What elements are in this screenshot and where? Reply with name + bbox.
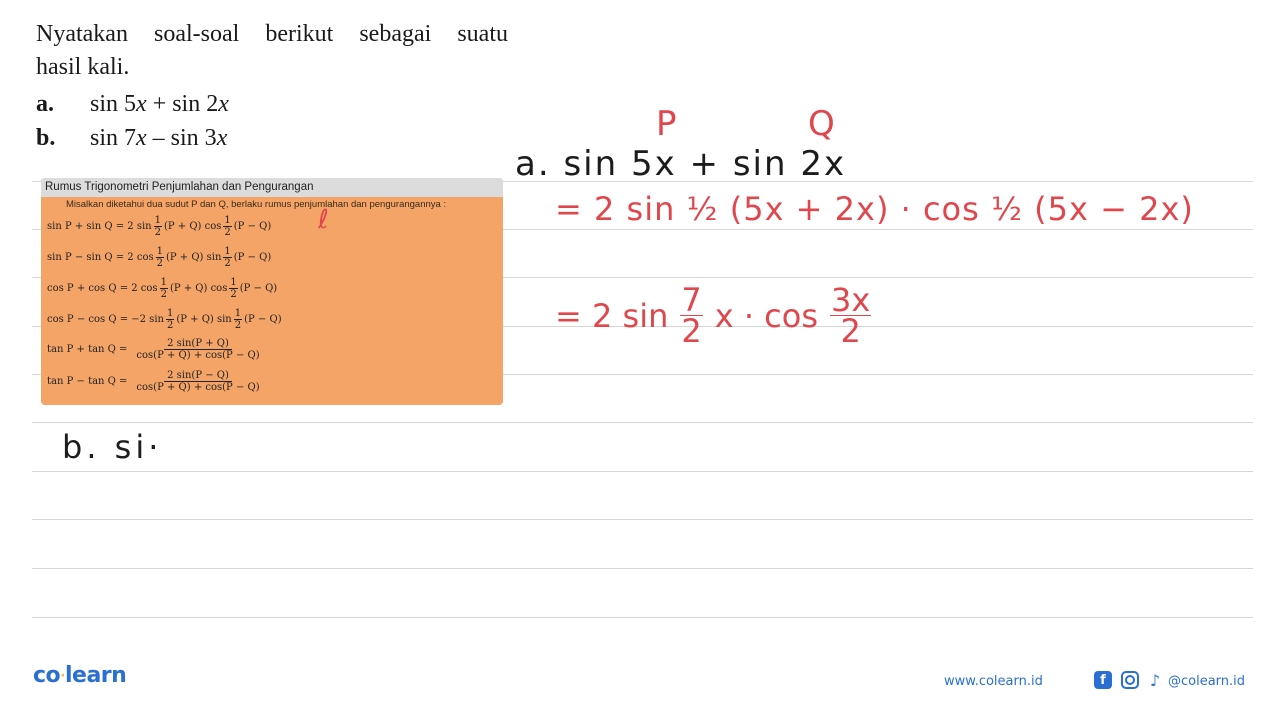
fraction: 12 xyxy=(153,215,162,238)
handwritten-step-2: = 2 sin 72 x · cos 3x 2 xyxy=(555,284,873,350)
formula-part: (P + Q) sin xyxy=(165,252,222,263)
option-var: x xyxy=(218,91,229,117)
formula-card-title: Rumus Trigonometri Penjumlahan dan Pengu… xyxy=(41,178,503,197)
logo-text: learn xyxy=(64,663,127,688)
formula-lhs: cos P − cos Q = −2 sin xyxy=(47,314,164,325)
fraction: 12 xyxy=(233,308,243,331)
frac-den: 2 xyxy=(156,258,163,269)
frac-num: 1 xyxy=(155,246,164,258)
formula-intro: Misalkan diketahui dua sudut P dan Q, be… xyxy=(66,199,447,210)
fraction: 12 xyxy=(223,215,232,238)
social-handle[interactable]: @colearn.id xyxy=(1168,674,1245,689)
formula-row: sin P − sin Q = 2 cos 12 (P + Q) sin 12 … xyxy=(47,246,271,269)
option-expr: – sin 3 xyxy=(146,125,217,151)
step2-fraction-2: 3x 2 xyxy=(830,284,872,350)
formula-lhs: cos P + cos Q = 2 cos xyxy=(47,283,158,294)
option-expr: sin 5 xyxy=(90,91,137,117)
frac-den: 2 xyxy=(234,320,242,331)
handwritten-label-q: Q xyxy=(808,104,835,144)
formula-lhs: tan P + tan Q = xyxy=(47,344,128,355)
option-var: x xyxy=(216,125,228,151)
handwritten-line-b: b. si· xyxy=(62,428,163,466)
formula-lhs: sin P − sin Q = 2 cos xyxy=(47,252,154,263)
frac-den: 2 xyxy=(160,289,167,300)
frac-num: 1 xyxy=(159,277,168,289)
frac-den: 2 xyxy=(224,227,231,238)
frac-num: 2 sin(P + Q) xyxy=(164,338,232,350)
ruled-line xyxy=(32,471,1253,472)
fraction: 12 xyxy=(229,277,238,300)
frac-den: 2 xyxy=(166,320,174,331)
ruled-line xyxy=(32,519,1253,520)
formula-part: (P + Q) sin xyxy=(176,314,232,325)
formula-lhs: tan P − tan Q = xyxy=(47,376,128,387)
frac-den: 2 xyxy=(840,312,861,350)
option-label: b. xyxy=(36,125,56,151)
option-var: x xyxy=(136,91,147,117)
handwritten-label-p: P xyxy=(656,104,677,144)
option-expr: sin 7 xyxy=(90,125,137,151)
instagram-icon[interactable] xyxy=(1121,671,1139,689)
option-b: b. sin 7x – sin 3x xyxy=(36,125,227,152)
ruled-line xyxy=(32,617,1253,618)
fraction: 2 sin(P − Q) cos(P + Q) + cos(P − Q) xyxy=(133,370,262,393)
formula-row-tan: tan P − tan Q = 2 sin(P − Q) cos(P + Q) +… xyxy=(47,370,265,393)
fraction: 12 xyxy=(155,246,164,269)
fraction: 2 sin(P + Q) cos(P + Q) + cos(P − Q) xyxy=(133,338,262,361)
logo-text: co xyxy=(33,663,61,688)
option-label: a. xyxy=(36,91,54,117)
fraction: 12 xyxy=(159,277,168,300)
frac-num: 2 sin(P − Q) xyxy=(164,370,232,382)
facebook-icon[interactable]: f xyxy=(1094,671,1112,689)
frac-num: 1 xyxy=(223,215,232,227)
frac-num: 1 xyxy=(153,215,162,227)
frac-den: 2 xyxy=(230,289,237,300)
fraction: 12 xyxy=(223,246,232,269)
formula-row: cos P − cos Q = −2 sin 12 (P + Q) sin 12… xyxy=(47,308,282,331)
frac-den: 2 xyxy=(154,227,161,238)
formula-part: (P + Q) cos xyxy=(169,283,228,294)
formula-part: (P − Q) xyxy=(244,314,282,325)
frac-num: 1 xyxy=(233,308,243,320)
frac-den: cos(P + Q) + cos(P − Q) xyxy=(136,382,260,393)
frac-num: 1 xyxy=(223,246,232,258)
formula-row-tan: tan P + tan Q = 2 sin(P + Q) cos(P + Q) +… xyxy=(47,338,265,361)
formula-part: (P − Q) xyxy=(239,283,278,294)
frac-den: cos(P + Q) + cos(P − Q) xyxy=(136,350,260,361)
handwritten-mark: ℓ xyxy=(318,205,329,235)
question-text: Nyatakan soal-soal berikut sebagai suatu… xyxy=(36,18,508,84)
ruled-line xyxy=(32,422,1253,423)
handwritten-line-a: a. sin 5x + sin 2x xyxy=(515,144,847,184)
frac-num: 1 xyxy=(229,277,238,289)
formula-row: cos P + cos Q = 2 cos 12 (P + Q) cos 12 … xyxy=(47,277,277,300)
website-link[interactable]: www.colearn.id xyxy=(944,674,1043,689)
formula-card-body: Misalkan diketahui dua sudut P dan Q, be… xyxy=(41,197,503,405)
formula-part: (P − Q) xyxy=(233,252,272,263)
question-line-1: Nyatakan soal-soal berikut sebagai suatu xyxy=(36,21,508,47)
handwritten-step-1: = 2 sin ½ (5x + 2x) · cos ½ (5x − 2x) xyxy=(555,190,1194,228)
step2-prefix: = 2 sin xyxy=(555,296,669,335)
formula-card: Rumus Trigonometri Penjumlahan dan Pengu… xyxy=(41,178,503,405)
formula-part: (P − Q) xyxy=(233,221,272,232)
formula-part: (P + Q) cos xyxy=(163,221,222,232)
frac-den: 2 xyxy=(681,312,702,350)
step2-fraction-1: 72 xyxy=(680,284,703,350)
option-var: x xyxy=(136,125,147,151)
tiktok-icon[interactable]: ♪ xyxy=(1146,671,1164,690)
frac-den: 2 xyxy=(224,258,231,269)
formula-row: sin P + sin Q = 2 sin 12 (P + Q) cos 12 … xyxy=(47,215,271,238)
fraction: 12 xyxy=(165,308,175,331)
step2-mid: x · cos xyxy=(714,296,819,335)
frac-num: 1 xyxy=(165,308,175,320)
option-a: a. sin 5x + sin 2x xyxy=(36,91,229,118)
ruled-line xyxy=(32,568,1253,569)
question-line-2: hasil kali. xyxy=(36,54,130,80)
formula-lhs: sin P + sin Q = 2 sin xyxy=(47,221,152,232)
colearn-logo: co·learn xyxy=(33,663,127,688)
option-expr: + sin 2 xyxy=(146,91,219,117)
